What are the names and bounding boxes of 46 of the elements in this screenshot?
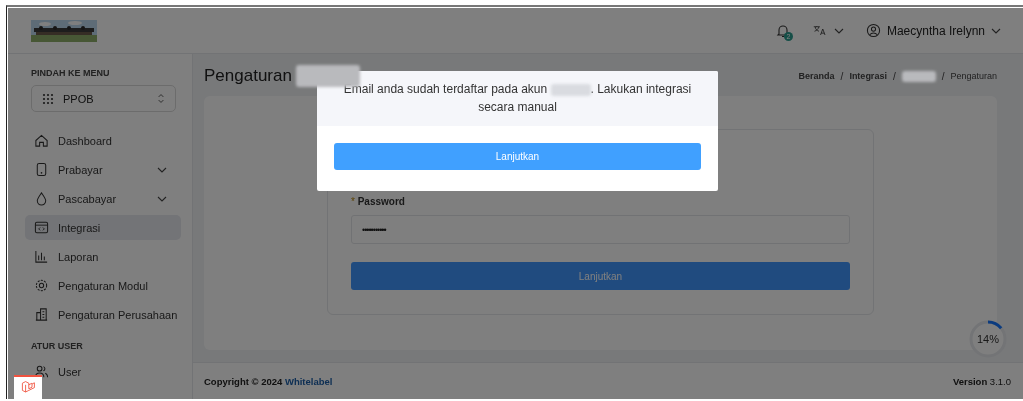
drop-icon	[34, 191, 49, 206]
password-field[interactable]: •••••••••••	[351, 215, 850, 244]
chevron-down-icon	[991, 27, 1001, 34]
brand-link[interactable]: Whitelabel	[284, 375, 333, 387]
debug-toolbar-button[interactable]	[14, 375, 42, 399]
breadcrumb-link[interactable]: Beranda	[798, 71, 835, 81]
version-text: Version 3.1.0	[952, 375, 1011, 387]
grid-icon	[42, 92, 54, 105]
phone-icon	[34, 162, 49, 177]
breadcrumb-link[interactable]: Integrasi	[849, 71, 887, 81]
cube-icon	[20, 380, 36, 396]
menu-item[interactable]: Integrasi	[25, 215, 181, 240]
users-icon	[34, 364, 49, 379]
breadcrumb-separator: /	[941, 70, 945, 82]
menu-item[interactable]: User	[25, 359, 181, 384]
field-label: * Password	[351, 196, 406, 207]
continue-button[interactable]: Lanjutkan	[351, 262, 850, 290]
chart-icon	[34, 249, 49, 264]
section-title: ATUR USER	[30, 341, 84, 351]
breadcrumb-separator: /	[840, 70, 844, 82]
bell-icon	[774, 22, 791, 39]
menu-item[interactable]: Dashboard	[25, 128, 181, 153]
menu-item[interactable]: Pengaturan Modul	[25, 273, 181, 298]
gear-icon	[34, 278, 49, 293]
code-icon	[34, 220, 49, 235]
copyright-text: Copyright © 2024 Whitelabel	[204, 375, 333, 387]
module-select[interactable]: PPOB	[31, 85, 176, 112]
redacted-breadcrumb	[901, 70, 936, 82]
menu-item[interactable]: Prabayar	[25, 157, 181, 182]
building-icon	[34, 307, 49, 322]
user-avatar-icon	[865, 23, 881, 38]
chevron-down-icon	[157, 195, 167, 202]
menu-item[interactable]: Laporan	[25, 244, 181, 269]
sort-arrows-icon	[157, 93, 165, 104]
chevron-down-icon	[157, 166, 167, 173]
user-menu-button[interactable]: Maecyntha Irelynn	[865, 23, 1001, 38]
chevron-down-icon	[833, 27, 844, 34]
menu-item[interactable]: Pengaturan Perusahaan	[25, 302, 181, 327]
continue-button[interactable]: Lanjutkan	[334, 143, 701, 170]
breadcrumb-separator: /	[892, 70, 896, 82]
home-icon	[34, 133, 49, 148]
translate-icon	[812, 23, 828, 38]
menu-item[interactable]: Pascabayar	[25, 186, 181, 211]
breadcrumb-current: Pengaturan	[950, 71, 997, 81]
section-title: PINDAH KE MENU	[30, 68, 111, 78]
language-button[interactable]	[812, 23, 844, 38]
